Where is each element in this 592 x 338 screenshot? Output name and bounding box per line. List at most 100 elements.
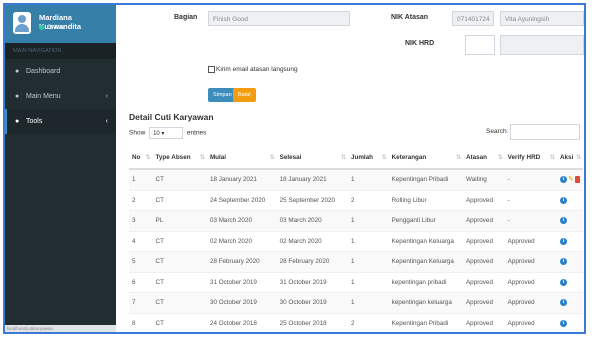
sort-icon: ⇅ bbox=[199, 155, 205, 161]
sidebar-item-main-menu[interactable]: ● Main Menu ‹ bbox=[5, 84, 116, 109]
cell-jumlah: 1 bbox=[347, 271, 389, 293]
cell-keterangan: Rolling Libur bbox=[388, 189, 463, 211]
search-input[interactable] bbox=[510, 124, 580, 140]
cell-no: 5 bbox=[129, 251, 153, 272]
dashboard-icon: ● bbox=[15, 68, 20, 75]
entries-select[interactable]: 10 ▾ bbox=[149, 127, 184, 139]
cell-mulai: 28 February 2020 bbox=[206, 251, 277, 272]
info-icon[interactable]: i bbox=[560, 299, 567, 307]
cell-aksi: i bbox=[557, 271, 583, 293]
cell-mulai: 31 October 2019 bbox=[206, 271, 277, 293]
nav-header: MAIN NAVIGATION bbox=[5, 43, 116, 59]
info-icon[interactable]: i bbox=[560, 237, 567, 245]
cell-mulai: 30 October 2019 bbox=[206, 292, 277, 313]
online-dot-icon bbox=[39, 25, 44, 30]
browser-statusbar: localhost/cutiKaryawan bbox=[5, 325, 118, 332]
sidebar-item-tools[interactable]: ● Tools ‹ bbox=[5, 109, 116, 134]
sort-icon: ⇅ bbox=[497, 155, 503, 161]
table-row: 8 CT 24 October 2018 25 October 2018 2 K… bbox=[129, 312, 583, 332]
cell-jumlah: 1 bbox=[347, 292, 389, 313]
edit-icon[interactable]: ✎ bbox=[568, 176, 574, 183]
cell-verify-hrd: - bbox=[504, 210, 557, 231]
table-row: 1 CT 18 January 2021 18 January 2021 1 K… bbox=[129, 168, 583, 190]
cell-verify-hrd: Approved bbox=[504, 292, 557, 313]
cell-no: 6 bbox=[129, 271, 153, 293]
email-checkbox-row[interactable]: Kirim email atasan langsung bbox=[208, 66, 298, 73]
cell-verify-hrd: Approved bbox=[504, 271, 557, 293]
column-header-mulai[interactable]: Mulai ⇅ bbox=[206, 147, 277, 170]
entries-label: entries bbox=[186, 129, 207, 137]
sort-icon: ⇅ bbox=[455, 155, 461, 161]
column-header-atasan[interactable]: Atasan ⇅ bbox=[462, 147, 505, 170]
checkbox-label: Kirim email atasan langsung bbox=[216, 66, 298, 74]
nik-hrd-label: NIK HRD bbox=[405, 40, 435, 47]
cell-jumlah: 1 bbox=[347, 230, 389, 252]
cell-type: PL bbox=[152, 210, 207, 231]
cell-keterangan: Kepentingan Keluarga bbox=[388, 251, 463, 272]
column-header-no[interactable]: No ⇅ bbox=[129, 147, 153, 170]
info-icon[interactable]: i bbox=[560, 278, 567, 286]
cell-atasan: Approved bbox=[462, 251, 505, 272]
column-header-jumlah[interactable]: Jumlah ⇅ bbox=[347, 147, 389, 170]
cell-aksi: i bbox=[557, 230, 583, 252]
sort-icon: ⇅ bbox=[381, 155, 387, 161]
cell-aksi: i bbox=[557, 251, 583, 272]
cell-atasan: Approved bbox=[462, 230, 505, 252]
cell-no: 8 bbox=[129, 312, 153, 332]
trash-icon[interactable] bbox=[575, 176, 580, 184]
cell-aksi: i bbox=[557, 189, 583, 211]
info-icon[interactable]: i bbox=[560, 217, 567, 225]
hrd-name-field[interactable] bbox=[500, 35, 584, 55]
cell-jumlah: 2 bbox=[347, 189, 389, 211]
column-header-type[interactable]: Type Absen ⇅ bbox=[152, 147, 207, 170]
cancel-button[interactable]: Batal bbox=[233, 88, 256, 102]
cell-keterangan: Kepentingan Keluarga bbox=[388, 230, 463, 252]
chevron-left-icon: ‹ bbox=[105, 93, 108, 100]
table-row: 5 CT 28 February 2020 28 February 2020 1… bbox=[129, 251, 583, 272]
bagian-field[interactable]: Finish Good bbox=[208, 11, 350, 26]
section-title: Detail Cuti Karyawan bbox=[129, 112, 214, 122]
cell-atasan: Approved bbox=[462, 189, 505, 211]
sort-icon: ⇅ bbox=[340, 155, 346, 161]
main-content: Bagian Finish Good NIK Atasan 071401724 … bbox=[116, 5, 584, 332]
cell-keterangan: Kepentingan Pribadi bbox=[388, 312, 463, 332]
cell-keterangan: Kepentingan Pribadi bbox=[388, 168, 463, 190]
info-icon[interactable]: i bbox=[560, 196, 567, 204]
sidebar: Mardiana Kuswandita Online MAIN NAVIGATI… bbox=[5, 5, 118, 332]
cell-keterangan: Pengganti Libur bbox=[388, 210, 463, 231]
cell-aksi: i ✎ bbox=[557, 168, 583, 190]
bagian-label: Bagian bbox=[174, 14, 198, 21]
cell-verify-hrd: Approved bbox=[504, 230, 557, 252]
column-header-selesai[interactable]: Selesai ⇅ bbox=[276, 147, 348, 170]
sidebar-item-dashboard[interactable]: ● Dashboard bbox=[5, 59, 116, 84]
info-icon[interactable]: i bbox=[560, 319, 567, 327]
app-frame: Mardiana Kuswandita Online MAIN NAVIGATI… bbox=[3, 3, 586, 334]
cell-jumlah: 1 bbox=[347, 210, 389, 231]
column-header-aksi[interactable]: Aksi ⇅ bbox=[557, 147, 583, 170]
cell-mulai: 24 October 2018 bbox=[206, 312, 277, 332]
leave-table: No ⇅ Type Absen ⇅ Mulai ⇅ Selesai ⇅ Jumlah ⇅ … bbox=[129, 147, 583, 332]
cell-type: CT bbox=[152, 292, 207, 313]
sidebar-item-label: Dashboard bbox=[26, 68, 61, 75]
table-row: 3 PL 03 March 2020 03 March 2020 1 Pengg… bbox=[129, 210, 583, 231]
email-checkbox[interactable] bbox=[208, 66, 215, 73]
nik-hrd-field[interactable] bbox=[465, 35, 495, 55]
cell-selesai: 28 February 2020 bbox=[276, 251, 348, 272]
cell-type: CT bbox=[152, 189, 207, 211]
atasan-name-field[interactable]: Vita Ayuningsih bbox=[500, 11, 584, 26]
info-icon[interactable]: i bbox=[560, 258, 567, 266]
column-header-keterangan[interactable]: Keterangan ⇅ bbox=[388, 147, 463, 170]
cell-mulai: 24 September 2020 bbox=[206, 189, 277, 211]
table-row: 6 CT 31 October 2019 31 October 2019 1 k… bbox=[129, 271, 583, 293]
nik-atasan-field[interactable]: 071401724 bbox=[452, 11, 494, 26]
cell-atasan: Approved bbox=[462, 312, 505, 332]
status-label: Online bbox=[47, 25, 65, 32]
info-icon[interactable]: i bbox=[560, 176, 567, 184]
cell-mulai: 02 March 2020 bbox=[206, 230, 277, 252]
column-header-verify-hrd[interactable]: Verify HRD ⇅ bbox=[504, 147, 557, 170]
cell-selesai: 18 January 2021 bbox=[276, 168, 348, 190]
cell-selesai: 25 October 2018 bbox=[276, 312, 348, 332]
cell-aksi: i bbox=[557, 292, 583, 313]
sidebar-item-label: Tools bbox=[26, 118, 43, 125]
cell-type: CT bbox=[152, 251, 207, 272]
